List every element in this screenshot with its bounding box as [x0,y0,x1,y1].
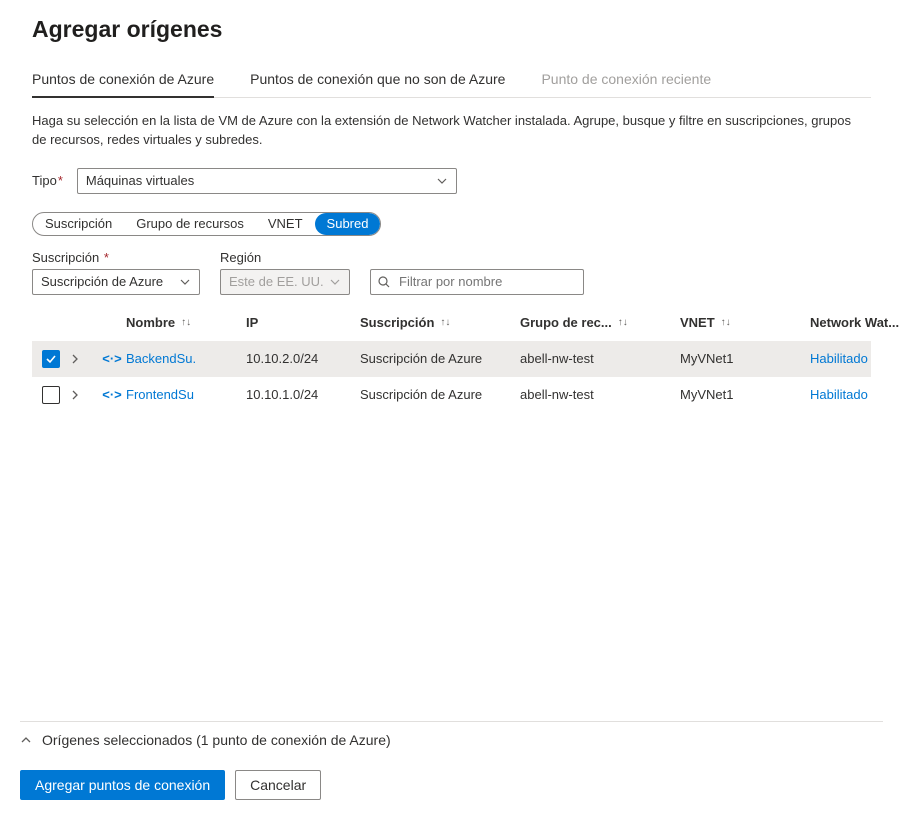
row-network-watcher[interactable]: Habilitado [810,387,903,402]
row-vnet: MyVNet1 [680,387,810,402]
results-table: Nombre ↑↓ IP Suscripción ↑↓ Grupo de rec..… [32,305,871,413]
help-text: Haga su selección en la lista de VM de A… [32,112,852,150]
sort-icon[interactable]: ↑↓ [721,317,731,328]
search-icon [377,275,391,289]
pill-vnet[interactable]: VNET [256,213,315,235]
tab-non-azure-endpoints[interactable]: Puntos de conexión que no son de Azure [250,71,505,97]
row-name-link[interactable]: BackendSu. [126,351,246,366]
row-ip: 10.10.1.0/24 [246,387,360,402]
row-subscription: Suscripción de Azure [360,387,520,402]
row-checkbox[interactable] [42,350,60,368]
col-subscription[interactable]: Suscripción [360,315,434,330]
selected-summary-bar[interactable]: Orígenes seleccionados (1 punto de conex… [20,721,883,770]
col-ip[interactable]: IP [246,315,258,330]
row-checkbox[interactable] [42,386,60,404]
col-vnet[interactable]: VNET [680,315,715,330]
sort-icon[interactable]: ↑↓ [181,317,191,328]
row-subscription: Suscripción de Azure [360,351,520,366]
type-label: Tipo* [32,173,63,188]
selected-summary-text: Orígenes seleccionados (1 punto de conex… [42,732,391,748]
name-filter-input[interactable] [397,273,577,290]
region-filter-label: Región [220,250,350,265]
chevron-down-icon [179,276,191,288]
col-resource-group[interactable]: Grupo de rec... [520,315,612,330]
page-title: Agregar orígenes [32,16,871,43]
region-filter-value: Este de EE. UU. [229,274,324,289]
table-row[interactable]: <·> FrontendSu 10.10.1.0/24 Suscripción … [32,377,871,413]
sort-icon[interactable]: ↑↓ [618,317,628,328]
expand-row-chevron[interactable] [70,390,104,400]
row-vnet: MyVNet1 [680,351,810,366]
subnet-icon: <·> [104,351,120,367]
pill-resource-group[interactable]: Grupo de recursos [124,213,256,235]
table-row[interactable]: <·> BackendSu. 10.10.2.0/24 Suscripción … [32,341,871,377]
subscription-filter-dropdown[interactable]: Suscripción de Azure [32,269,200,295]
pill-subnet[interactable]: Subred [315,213,381,235]
row-name-link[interactable]: FrontendSu [126,387,246,402]
pill-subscription[interactable]: Suscripción [33,213,124,235]
col-network-watcher[interactable]: Network Wat... [810,315,899,330]
row-network-watcher[interactable]: Habilitado [810,351,903,366]
chevron-down-icon [329,276,341,288]
type-value: Máquinas virtuales [86,173,194,188]
row-resource-group: abell-nw-test [520,387,680,402]
cancel-button[interactable]: Cancelar [235,770,321,800]
row-resource-group: abell-nw-test [520,351,680,366]
groupby-pills: Suscripción Grupo de recursos VNET Subre… [32,212,381,236]
tabs: Puntos de conexión de Azure Puntos de co… [32,71,871,98]
type-dropdown[interactable]: Máquinas virtuales [77,168,457,194]
tab-recent-endpoint: Punto de conexión reciente [541,71,711,97]
sort-icon[interactable]: ↑↓ [440,317,450,328]
region-filter-dropdown: Este de EE. UU. [220,269,350,295]
chevron-down-icon [436,175,448,187]
col-name[interactable]: Nombre [126,315,175,330]
tab-azure-endpoints[interactable]: Puntos de conexión de Azure [32,71,214,97]
row-ip: 10.10.2.0/24 [246,351,360,366]
subnet-icon: <·> [104,387,120,403]
subscription-filter-label: Suscripción * [32,250,200,265]
chevron-up-icon [20,734,32,746]
name-filter-search[interactable] [370,269,584,295]
subscription-filter-value: Suscripción de Azure [41,274,163,289]
add-endpoints-button[interactable]: Agregar puntos de conexión [20,770,225,800]
expand-row-chevron[interactable] [70,354,104,364]
